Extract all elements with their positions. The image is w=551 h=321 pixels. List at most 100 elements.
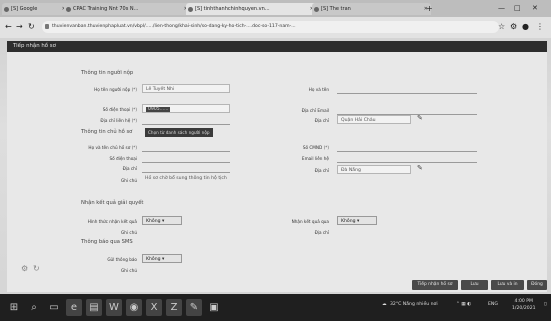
- extensions-icon[interactable]: ⚙: [510, 22, 517, 31]
- screen: [S] Google ✕ CPAC Training Nnt 70s N... …: [0, 0, 551, 321]
- notification-icon[interactable]: ▯: [544, 302, 547, 307]
- url-text: thuvienvanban.thuvienphapluat.vn/vbpl/..…: [52, 24, 296, 29]
- minimize-button[interactable]: —: [498, 3, 505, 14]
- receive-dossier-button[interactable]: Tiếp nhận hồ sơ: [412, 280, 458, 290]
- owner-right-address-input[interactable]: Đà Nẵng: [337, 165, 411, 174]
- label-sms-send: Gửi thông báo: [107, 257, 137, 262]
- browser-toolbar: ← → ↻ thuvienvanban.thuvienphapluat.vn/v…: [0, 17, 551, 38]
- dialog-title: Tiếp nhận hồ sơ: [13, 43, 56, 49]
- language-indicator[interactable]: ENG: [488, 302, 498, 307]
- result-via-select[interactable]: Không ▾: [337, 216, 377, 225]
- result-method-select[interactable]: Không ▾: [142, 216, 182, 225]
- label-phone: Số điện thoại (*): [102, 107, 137, 112]
- section-title-owner: Thông tin chủ hồ sơ: [81, 129, 133, 135]
- label-sms-note: Ghi chú: [120, 268, 137, 273]
- bookmark-star-icon[interactable]: ☆: [498, 22, 505, 31]
- label-email: Địa chỉ Email: [301, 108, 329, 113]
- section-title-sms: Thông báo qua SMS: [81, 239, 133, 245]
- owner-email-input[interactable]: [337, 162, 477, 163]
- label-right-fullname: Họ và tên: [308, 87, 329, 92]
- weather-icon[interactable]: ☁: [382, 302, 387, 307]
- sms-send-select[interactable]: Không ▾: [142, 254, 182, 263]
- taskbar-app-chrome-icon[interactable]: ◉: [126, 299, 142, 316]
- weather-text[interactable]: 32°C Nắng nhiều nơi: [390, 302, 438, 307]
- taskbar-app-explorer-icon[interactable]: ▤: [86, 299, 102, 316]
- taskbar-app-edge-icon[interactable]: e: [66, 299, 82, 316]
- form-area: Thông tin người nộp Họ tên người nộp (*)…: [7, 52, 547, 292]
- clock-date: 1/20/2021: [512, 306, 536, 311]
- edit-pencil-icon[interactable]: ✎: [417, 114, 423, 122]
- applicant-name-input[interactable]: Lê Tuyết Nhi: [142, 84, 230, 93]
- lock-icon: [45, 24, 49, 29]
- forward-arrow-icon[interactable]: →: [16, 22, 23, 31]
- browser-menu-icon[interactable]: ⋮: [536, 22, 544, 31]
- clock-time: 4:00 PM: [514, 299, 534, 304]
- browser-tab-google[interactable]: [S] Google ✕: [2, 3, 69, 15]
- tab-label: [S] The tran: [321, 6, 351, 12]
- browser-tab-thetran[interactable]: [S] The tran ✕: [312, 3, 431, 15]
- tray-network-icon[interactable]: ⌃ ▦ ◐: [456, 302, 471, 307]
- tooltip-select-from-list[interactable]: Chọn từ danh sách người nộp: [145, 128, 213, 137]
- favicon-icon: [66, 7, 71, 12]
- clock[interactable]: 4:00 PM 1/20/2021: [512, 298, 536, 312]
- search-icon[interactable]: ⌕: [26, 299, 42, 316]
- label-owner-address: Địa chỉ: [122, 166, 137, 171]
- id-number-input[interactable]: [337, 151, 477, 152]
- taskbar-app-paint-icon[interactable]: ✎: [186, 299, 202, 316]
- edit-pencil-icon[interactable]: ✎: [417, 164, 423, 172]
- tab-label: [S] Google: [11, 6, 38, 12]
- refresh-icon[interactable]: ↻: [33, 264, 40, 273]
- settings-gear-icon[interactable]: ⚙: [21, 264, 28, 273]
- address-bar[interactable]: thuvienvanban.thuvienphapluat.vn/vbpl/..…: [42, 21, 499, 33]
- favicon-icon: [314, 7, 319, 12]
- browser-tab-cpac[interactable]: CPAC Training Nnt 70s N... ✕: [64, 3, 191, 15]
- tab-label: [S] tinhthanhchinhquyen.vn...: [195, 6, 270, 12]
- close-window-button[interactable]: ✕: [532, 3, 538, 14]
- save-button[interactable]: Lưu: [461, 280, 488, 290]
- label-right-address: Địa chỉ: [314, 118, 329, 123]
- phone-input[interactable]: 0905......: [142, 104, 230, 113]
- browser-tab-active[interactable]: [S] tinhthanhchinhquyen.vn... ✕: [186, 3, 317, 15]
- favicon-icon: [4, 7, 9, 12]
- back-arrow-icon[interactable]: ←: [5, 22, 12, 31]
- favicon-icon: [188, 7, 193, 12]
- browser-tab-strip: [S] Google ✕ CPAC Training Nnt 70s N... …: [0, 0, 551, 17]
- taskbar-app-excel-icon[interactable]: X: [146, 299, 162, 316]
- right-fullname-input[interactable]: [337, 93, 477, 94]
- label-owner-phone: Số điện thoại: [109, 156, 137, 161]
- owner-name-input[interactable]: [142, 151, 230, 152]
- label-applicant-name: Họ tên người nộp (*): [94, 87, 137, 92]
- taskbar-app-misc-icon[interactable]: ▣: [206, 299, 222, 316]
- owner-phone-input[interactable]: [142, 162, 230, 163]
- label-owner-right-address: Địa chỉ: [314, 168, 329, 173]
- owner-address-input[interactable]: [142, 172, 230, 173]
- dialog-header: Tiếp nhận hồ sơ: [7, 41, 547, 52]
- plus-icon[interactable]: +: [426, 3, 433, 15]
- label-owner-note: Ghi chú: [120, 178, 137, 183]
- save-and-print-button[interactable]: Lưu và in: [491, 280, 524, 290]
- right-address-input[interactable]: Quận Hải Châu: [337, 115, 411, 124]
- phone-value-highlight: 0905......: [146, 107, 171, 112]
- tab-label: CPAC Training Nnt 70s N...: [73, 6, 139, 12]
- taskbar-app-word-icon[interactable]: W: [106, 299, 122, 316]
- label-result-note: Ghi chú: [120, 230, 137, 235]
- section-title-applicant: Thông tin người nộp: [81, 70, 134, 76]
- owner-note-input[interactable]: Hồ sơ chờ bổ sung thông tin hộ tịch: [142, 174, 232, 183]
- label-id-number: Số CMND (*): [302, 145, 329, 150]
- label-owner-name: Họ và tên chủ hồ sơ (*): [88, 145, 137, 150]
- os-taskbar: ⊞ ⌕ ▭ e ▤ W ◉ X Z ✎ ▣ ☁ 32°C Nắng nhiều …: [0, 294, 551, 321]
- close-button[interactable]: Đóng: [527, 280, 547, 290]
- start-windows-icon[interactable]: ⊞: [6, 299, 22, 316]
- reload-icon[interactable]: ↻: [28, 22, 35, 31]
- label-result-address: Địa chỉ: [314, 230, 329, 235]
- section-title-result: Nhận kết quả giải quyết: [81, 200, 144, 206]
- taskbar-app-zalo-icon[interactable]: Z: [166, 299, 182, 316]
- profile-icon[interactable]: ●: [522, 22, 529, 31]
- label-result-method: Hình thức nhận kết quả: [87, 219, 137, 224]
- contact-address-input[interactable]: [142, 124, 230, 125]
- maximize-button[interactable]: □: [514, 3, 521, 14]
- label-contact-address: Địa chỉ liên hệ (*): [100, 118, 137, 123]
- label-result-via: Nhận kết quả qua: [291, 219, 329, 224]
- task-view-icon[interactable]: ▭: [46, 299, 62, 316]
- label-owner-email: Email liên hệ: [301, 156, 329, 161]
